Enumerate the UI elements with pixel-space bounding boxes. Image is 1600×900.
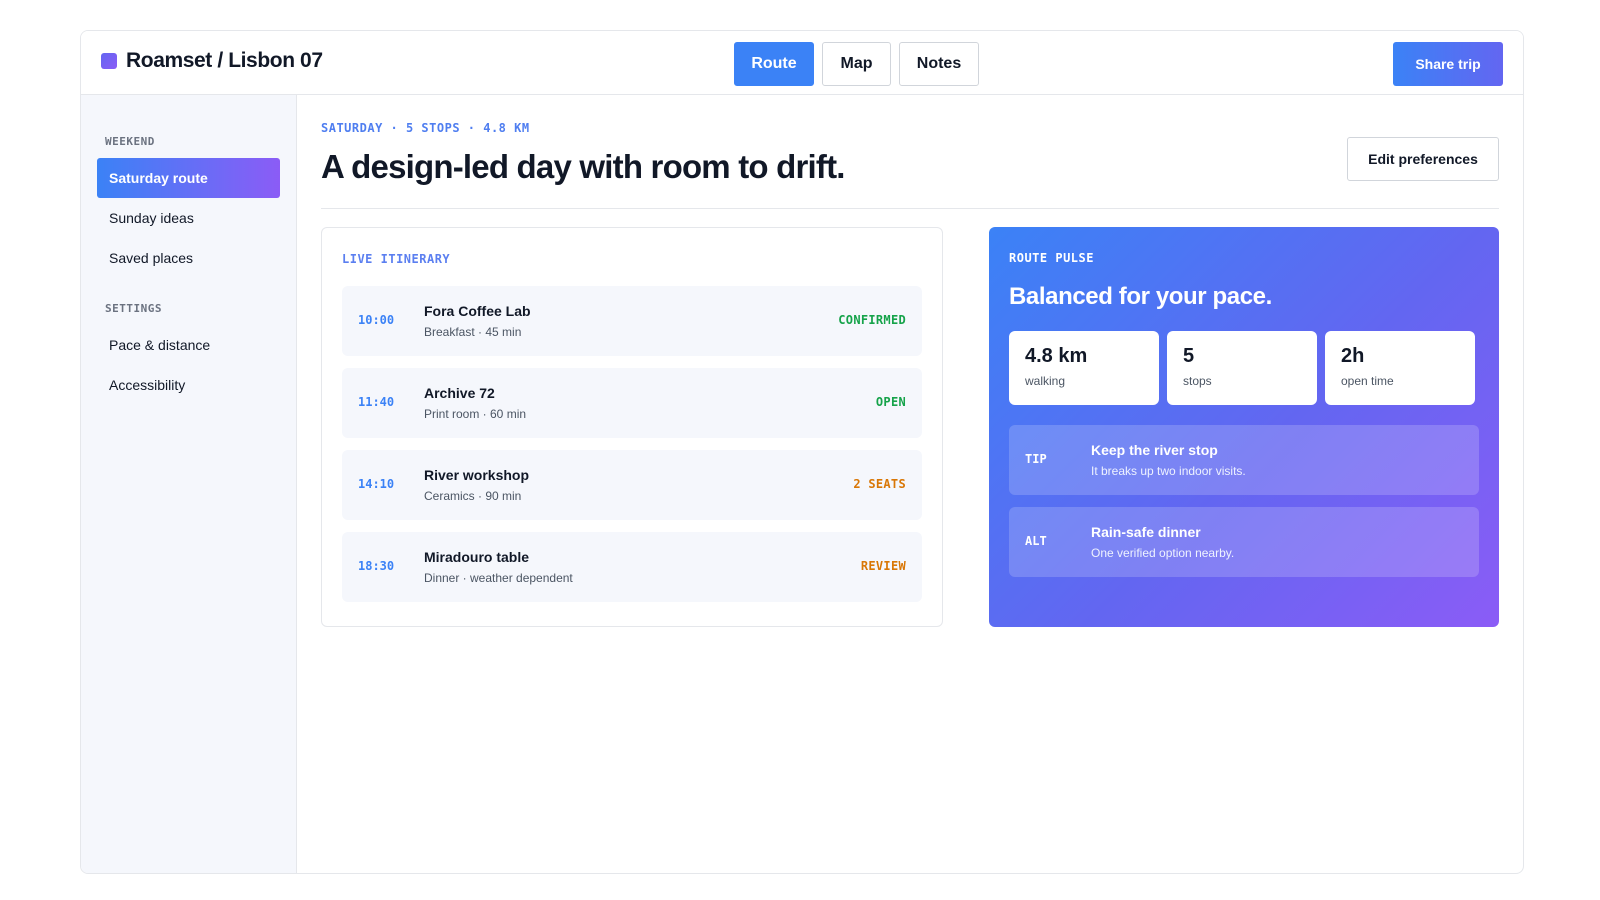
stat-card-walking: 4.8 km walking (1009, 331, 1159, 405)
stat-label: walking (1025, 374, 1066, 388)
note-title: Keep the river stop (1091, 442, 1218, 458)
brand: Roamset / Lisbon 07 (101, 49, 323, 73)
stop-meta: Print room · 60 min (424, 407, 527, 421)
sidebar-item-accessibility[interactable]: Accessibility (97, 365, 280, 405)
stat-label: stops (1183, 374, 1212, 388)
stop-status-badge: OPEN (875, 395, 906, 409)
note-tag: ALT (1025, 534, 1047, 548)
tab-notes[interactable]: Notes (899, 42, 979, 86)
stop-status-badge: 2 SEATS (853, 477, 906, 491)
stop-name: Fora Coffee Lab (424, 303, 531, 319)
itinerary-stop[interactable]: 10:00 Fora Coffee Lab Breakfast · 45 min… (342, 286, 922, 356)
route-pulse-title: Balanced for your pace. (1009, 283, 1272, 310)
route-pulse-card: ROUTE PULSE Balanced for your pace. 4.8 … (989, 227, 1499, 627)
note-subtitle: It breaks up two indoor visits. (1091, 464, 1246, 478)
view-tabs: Route Map Notes (734, 42, 979, 86)
stop-name: Archive 72 (424, 385, 495, 401)
stop-name: Miradouro table (424, 549, 530, 565)
headline-row: A design-led day with room to drift. Edi… (321, 137, 1499, 209)
sidebar-item-sunday-ideas[interactable]: Sunday ideas (97, 198, 280, 238)
stop-time: 18:30 (358, 559, 395, 573)
stop-status-badge: CONFIRMED (838, 313, 906, 327)
itinerary-stop[interactable]: 18:30 Miradouro table Dinner · weather d… (342, 532, 922, 602)
itinerary-stop[interactable]: 14:10 River workshop Ceramics · 90 min 2… (342, 450, 922, 520)
stop-time: 11:40 (358, 395, 395, 409)
stop-time: 14:10 (358, 477, 395, 491)
note-title: Rain-safe dinner (1091, 524, 1201, 540)
stat-card-stops: 5 stops (1167, 331, 1317, 405)
main-content: SATURDAY · 5 STOPS · 4.8 KM A design-led… (297, 95, 1523, 873)
stop-time: 10:00 (358, 313, 395, 327)
stop-status-badge: REVIEW (860, 559, 906, 573)
pulse-note-alt[interactable]: ALT Rain-safe dinner One verified option… (1009, 507, 1479, 577)
sidebar-heading-settings: SETTINGS (105, 302, 162, 315)
tab-route[interactable]: Route (734, 42, 814, 86)
stop-name: River workshop (424, 467, 530, 483)
app-window: Roamset / Lisbon 07 Route Map Notes Shar… (80, 30, 1524, 874)
page-title: A design-led day with room to drift. (321, 148, 845, 185)
cards-area: LIVE ITINERARY 10:00 Fora Coffee Lab Bre… (321, 227, 1499, 627)
itinerary-label: LIVE ITINERARY (342, 252, 451, 266)
sidebar-item-saturday-route[interactable]: Saturday route (97, 158, 280, 198)
live-itinerary-card: LIVE ITINERARY 10:00 Fora Coffee Lab Bre… (321, 227, 943, 627)
note-tag: TIP (1025, 452, 1047, 466)
itinerary-stop[interactable]: 11:40 Archive 72 Print room · 60 min OPE… (342, 368, 922, 438)
stat-label: open time (1341, 374, 1394, 388)
app-title: Roamset / Lisbon 07 (126, 49, 323, 72)
stat-value: 4.8 km (1025, 345, 1088, 367)
stat-card-open-time: 2h open time (1325, 331, 1475, 405)
edit-preferences-button[interactable]: Edit preferences (1347, 137, 1499, 181)
sidebar-heading-weekend: WEEKEND (105, 135, 155, 148)
route-pulse-label: ROUTE PULSE (1009, 251, 1094, 265)
brand-logo-icon (101, 53, 117, 69)
sidebar-item-saved-places[interactable]: Saved places (97, 238, 280, 278)
stat-value: 2h (1341, 345, 1365, 367)
stop-meta: Dinner · weather dependent (424, 571, 573, 585)
sidebar-item-pace-distance[interactable]: Pace & distance (97, 325, 280, 365)
pulse-note-tip[interactable]: TIP Keep the river stop It breaks up two… (1009, 425, 1479, 495)
tab-map[interactable]: Map (822, 42, 891, 86)
sidebar: WEEKEND Saturday route Sunday ideas Save… (81, 95, 297, 873)
stat-value: 5 (1183, 345, 1195, 367)
share-trip-button[interactable]: Share trip (1393, 42, 1503, 86)
stats-row: 4.8 km walking 5 stops 2h open time (1009, 331, 1479, 405)
route-summary-eyebrow: SATURDAY · 5 STOPS · 4.8 KM (321, 121, 530, 135)
top-bar: Roamset / Lisbon 07 Route Map Notes Shar… (81, 31, 1523, 95)
note-subtitle: One verified option nearby. (1091, 546, 1235, 560)
stop-meta: Breakfast · 45 min (424, 325, 522, 339)
stop-meta: Ceramics · 90 min (424, 489, 522, 503)
